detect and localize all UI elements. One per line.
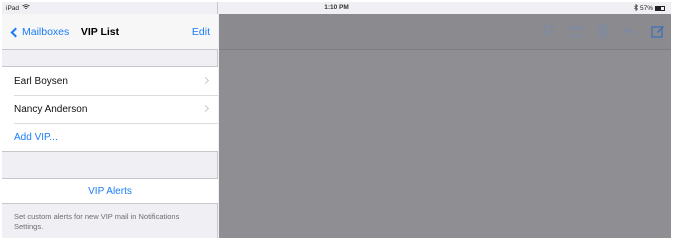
vip-alerts-note: Set custom alerts for new VIP mail in No…: [14, 212, 180, 231]
clock: 1:10 PM: [324, 4, 349, 11]
vip-alerts-group: VIP Alerts: [2, 178, 218, 204]
add-vip-button[interactable]: Add VIP...: [2, 123, 218, 151]
vip-list-pane: Mailboxes VIP List Edit Earl Boysen Nanc…: [2, 2, 218, 238]
page-title: VIP List: [80, 26, 120, 38]
flag-icon[interactable]: [543, 25, 555, 38]
edit-button[interactable]: Edit: [192, 26, 210, 38]
vip-list: Earl Boysen Nancy Anderson Add VIP...: [2, 66, 218, 152]
ipad-screen: Mailboxes VIP List Edit Earl Boysen Nanc…: [2, 2, 671, 238]
status-right: 57%: [634, 3, 665, 13]
reply-icon[interactable]: [623, 25, 637, 37]
list-item-vip[interactable]: Earl Boysen: [2, 67, 218, 95]
battery-icon: [655, 6, 665, 11]
chevron-right-icon: [201, 104, 210, 113]
battery-percent: 57%: [639, 5, 653, 12]
trash-icon[interactable]: [597, 24, 609, 38]
vip-name: Earl Boysen: [14, 75, 68, 87]
vip-alerts-button[interactable]: VIP Alerts: [2, 179, 218, 203]
message-pane-dimmed: [219, 14, 671, 238]
compose-icon[interactable]: [651, 24, 665, 38]
list-item-vip[interactable]: Nancy Anderson: [2, 95, 218, 123]
navigation-bar: Mailboxes VIP List Edit: [2, 14, 218, 50]
folder-icon[interactable]: [569, 25, 583, 37]
vip-name: Nancy Anderson: [14, 103, 88, 115]
chevron-right-icon: [201, 76, 210, 85]
bluetooth-icon: [634, 3, 638, 13]
message-toolbar: [219, 14, 671, 50]
status-bar: iPad 1:10 PM 57%: [2, 2, 671, 14]
